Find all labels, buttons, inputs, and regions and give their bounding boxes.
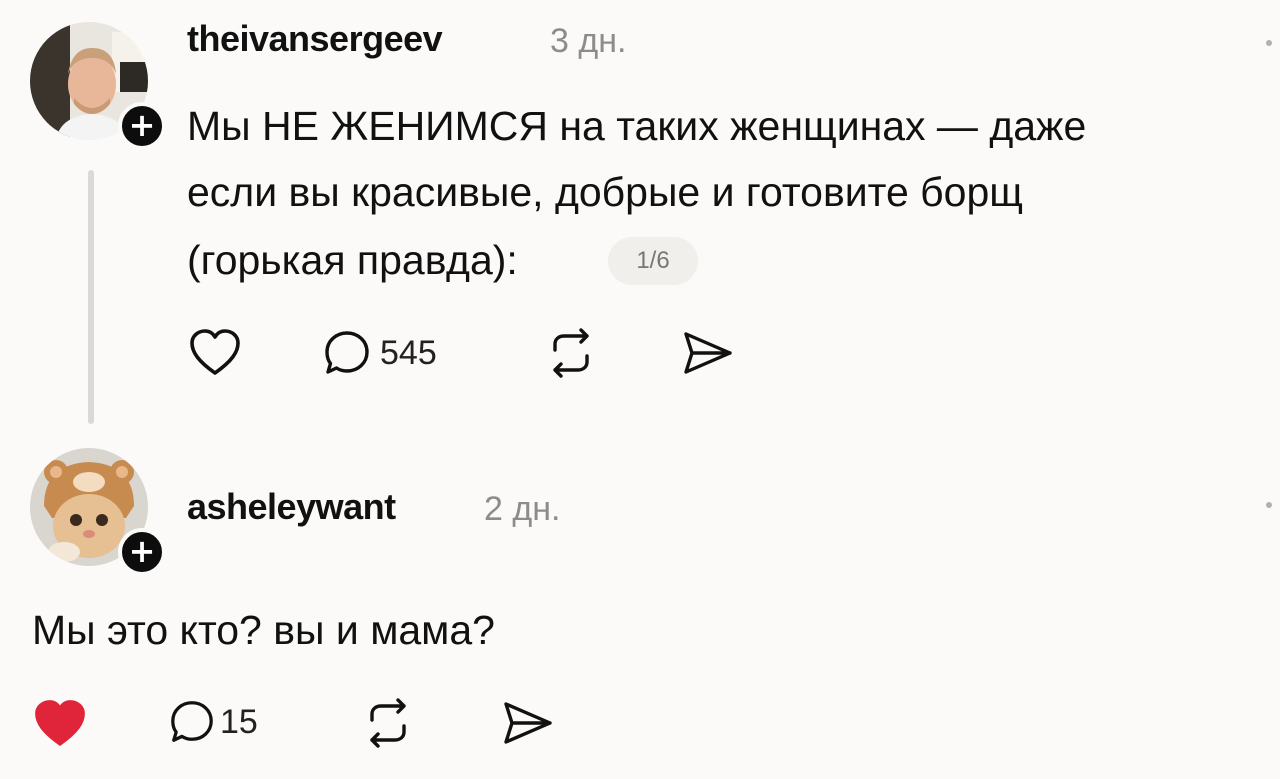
repost-button[interactable] [360, 698, 416, 748]
heart-filled-icon [35, 700, 85, 746]
post-avatar[interactable]: + [30, 448, 166, 576]
post-username[interactable]: asheleywant [187, 486, 396, 528]
follow-plus-icon[interactable]: + [118, 102, 166, 150]
thread-counter-badge: 1/6 [608, 237, 698, 285]
reply-count: 545 [380, 333, 437, 372]
share-button[interactable] [680, 328, 736, 378]
send-icon [504, 702, 552, 744]
post-timestamp: 3 дн. [550, 22, 627, 60]
repost-icon [553, 328, 589, 378]
post-text: Мы это кто? вы и мама? [32, 607, 495, 653]
reply-button[interactable]: 545 [322, 328, 437, 378]
reply-button[interactable]: 15 [168, 698, 258, 746]
post-text-line: (горькая правда): [187, 237, 518, 283]
like-button[interactable] [32, 698, 88, 750]
post-avatar[interactable]: + [30, 22, 166, 150]
reply-count: 15 [220, 702, 258, 741]
heart-icon [190, 329, 240, 375]
post-username[interactable]: theivansergeev [187, 18, 443, 60]
send-icon [684, 332, 732, 374]
speech-bubble-icon [171, 701, 213, 742]
post-text-line: если вы красивые, добрые и готовите борщ [187, 169, 1023, 215]
speech-bubble-icon [325, 331, 369, 374]
more-options-icon[interactable] [1266, 502, 1272, 508]
like-button[interactable] [188, 328, 242, 378]
follow-plus-icon[interactable]: + [118, 528, 166, 576]
post-text-line: Мы НЕ ЖЕНИМСЯ на таких женщинах — даже [187, 103, 1087, 149]
more-options-icon[interactable] [1266, 40, 1272, 46]
threads-feed: + theivansergeev 3 дн. Мы НЕ ЖЕНИМСЯ на … [0, 0, 1280, 779]
post-timestamp: 2 дн. [484, 490, 561, 528]
repost-button[interactable] [543, 328, 599, 378]
thread-connector-line [88, 170, 94, 424]
repost-icon [370, 698, 406, 748]
share-button[interactable] [500, 698, 556, 748]
